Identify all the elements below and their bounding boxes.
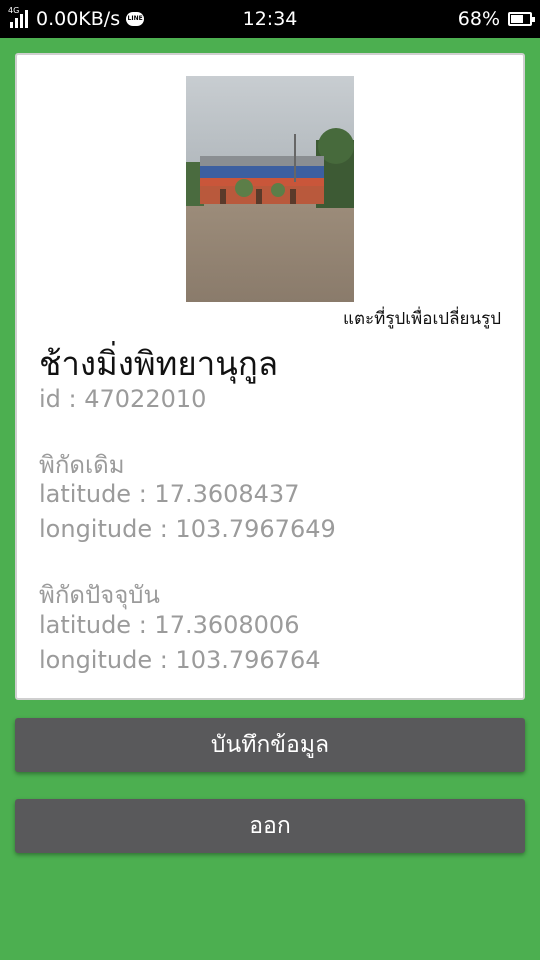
current-latitude: latitude : 17.3608006 (39, 611, 300, 639)
original-latitude: latitude : 17.3608437 (39, 480, 300, 508)
school-id: id : 47022010 (39, 385, 207, 413)
original-coords-label: พิกัดเดิม (39, 451, 125, 479)
status-right: 68% (457, 0, 535, 38)
current-coords-label: พิกัดปัจจุบัน (39, 581, 160, 609)
battery-icon (508, 12, 535, 26)
original-longitude: longitude : 103.7967649 (39, 515, 336, 543)
exit-button[interactable]: ออก (15, 799, 525, 853)
battery-fill (511, 15, 523, 23)
battery-percent: 68% (457, 8, 500, 30)
school-building-image (186, 76, 354, 302)
school-photo[interactable] (186, 76, 354, 302)
save-data-button[interactable]: บันทึกข้อมูล (15, 718, 525, 772)
status-bar: 4G 0.00KB/s LINE 12:34 68% (0, 0, 540, 38)
school-name: ช้างมิ่งพิทยานุกูล (39, 344, 279, 383)
current-longitude: longitude : 103.796764 (39, 646, 321, 674)
change-photo-hint: แตะที่รูปเพื่อเปลี่ยนรูป (342, 309, 501, 329)
school-info-card: แตะที่รูปเพื่อเปลี่ยนรูป ช้างมิ่งพิทยานุ… (15, 53, 525, 700)
